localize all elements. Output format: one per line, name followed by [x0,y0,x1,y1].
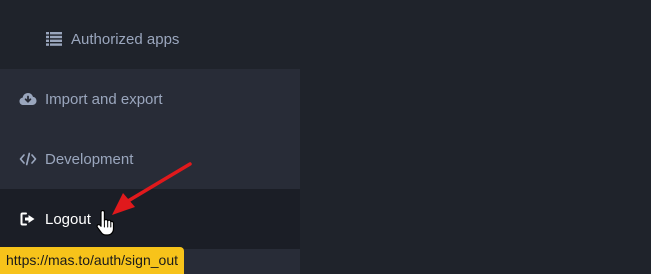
sidebar-item-logout[interactable]: Logout [0,189,300,249]
hand-cursor-icon [96,210,115,236]
list-icon [45,30,63,48]
settings-page: Authorized apps Import and export Develo… [0,0,651,274]
status-bar-url: https://mas.to/auth/sign_out [0,247,184,274]
sidebar-item-development[interactable]: Development [0,129,300,189]
sidebar-item-label: Authorized apps [71,30,180,48]
sign-out-icon [19,210,37,228]
sidebar-item-import-export[interactable]: Import and export [0,69,300,129]
settings-sidebar: Authorized apps Import and export Develo… [0,0,300,274]
cloud-download-icon [19,90,37,108]
sidebar-item-label: Logout [45,210,91,228]
sidebar-item-authorized-apps[interactable]: Authorized apps [0,9,300,69]
code-icon [19,150,37,168]
sidebar-item-label: Development [45,150,134,168]
sidebar-item-label: Import and export [45,90,163,108]
